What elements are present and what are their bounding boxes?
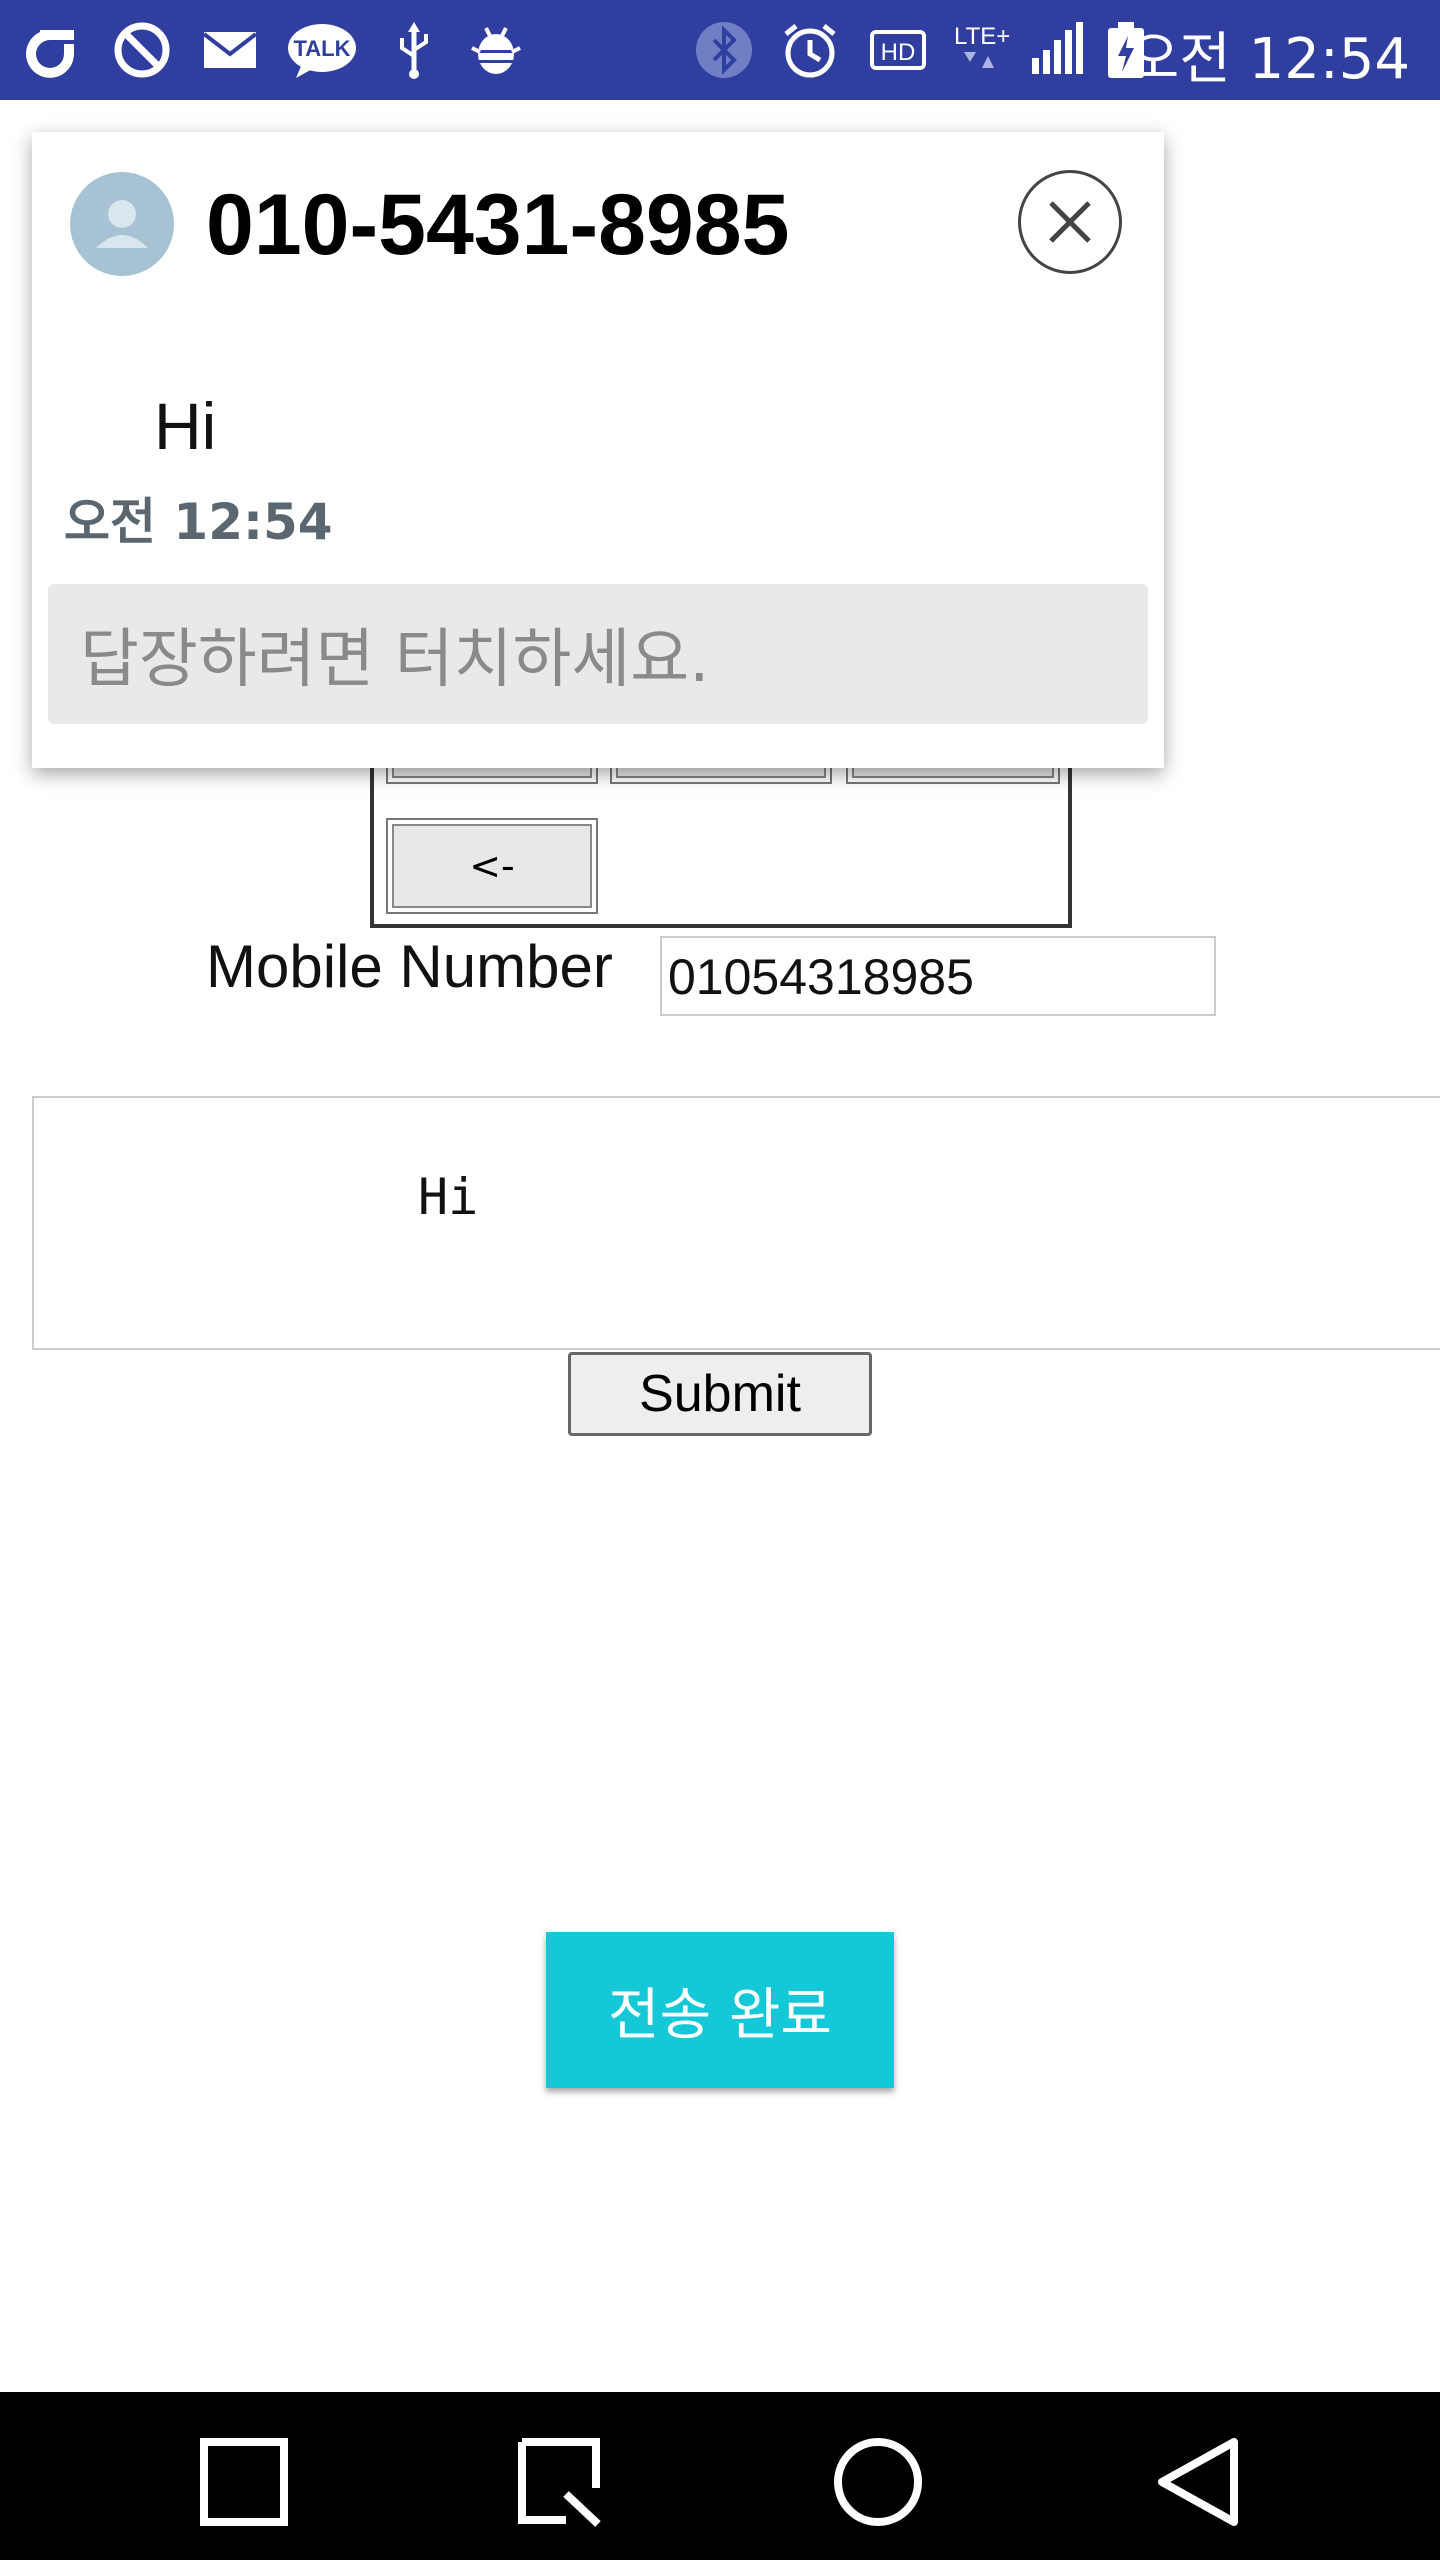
carrier-icon [26,30,74,78]
hd-icon: HD [870,30,926,70]
usb-icon [400,22,428,79]
keypad: <- [370,728,1072,928]
talk-icon: TALK [288,24,356,78]
mobile-number-label: Mobile Number [206,933,613,1000]
reply-input[interactable]: 답장하려면 터치하세요. [48,584,1148,724]
popup-sender-number: 010-5431-8985 [206,177,790,273]
close-icon [1049,201,1091,243]
blocked-icon [114,22,170,78]
back-icon[interactable] [1148,2432,1248,2532]
popup-message-text: Hi [154,389,217,463]
svg-text:LTE+: LTE+ [954,23,1010,50]
android-debug-icon [471,27,521,74]
status-bar: TALK HD LTE+ 오전 12:54 [0,0,1440,100]
message-textarea[interactable]: Hi [32,1096,1440,1350]
svg-text:HD: HD [881,39,916,66]
keypad-back-button[interactable]: <- [386,818,598,914]
mobile-number-input[interactable]: 01054318985 [660,936,1216,1016]
avatar [70,172,174,276]
bluetooth-icon [696,22,752,78]
submit-button[interactable]: Submit [568,1352,872,1436]
status-time: 오전 12:54 [1127,27,1410,92]
svg-text:TALK: TALK [293,36,350,61]
popup-message-time: 오전 12:54 [64,493,333,551]
close-button[interactable] [1018,170,1122,274]
alarm-icon [784,24,836,78]
signal-icon [1032,22,1083,74]
home-icon[interactable] [828,2432,928,2532]
message-popup: 010-5431-8985 Hi 오전 12:54 답장하려면 터치하세요. [32,132,1164,768]
recents-icon[interactable] [194,2432,294,2532]
capture-icon[interactable] [510,2432,610,2532]
mail-icon [202,32,258,68]
lte-icon: LTE+ [954,23,1010,68]
send-complete-button[interactable]: 전송 완료 [546,1932,894,2088]
navigation-bar [0,2392,1440,2560]
person-icon [96,200,148,248]
message-text: Hi [418,1168,479,1226]
